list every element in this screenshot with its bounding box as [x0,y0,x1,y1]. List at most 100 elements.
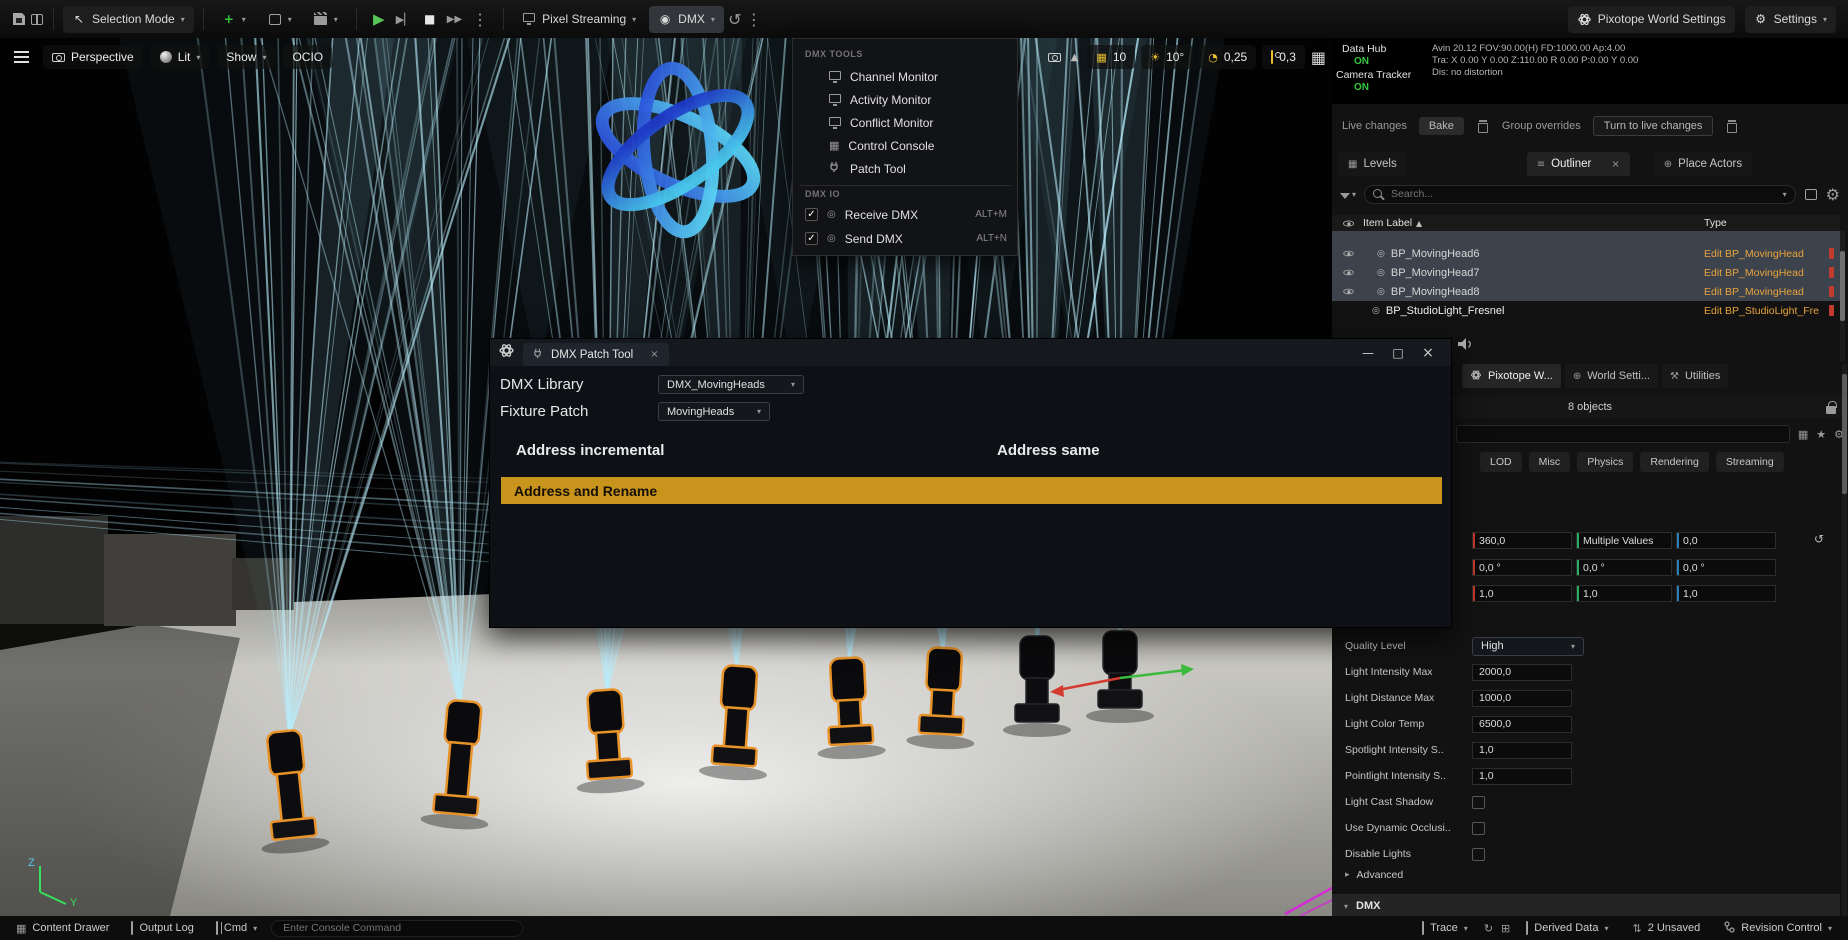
kebab-menu-icon[interactable]: ⋮ [746,10,762,29]
cinematics-button[interactable]: ▾ [305,6,347,33]
turn-to-live-changes-button[interactable]: Turn to live changes [1593,116,1714,136]
trace-button[interactable]: Trace ▾ [1414,918,1476,938]
selection-mode-button[interactable]: ↖ Selection Mode ▾ [63,6,194,33]
bake-button[interactable]: Bake [1419,117,1464,135]
maximize-icon[interactable]: □ [1383,342,1413,364]
skip-next-icon[interactable]: ▶▶ [447,14,462,25]
camera-settings-control[interactable]: 0,3 [1262,45,1305,69]
close-window-icon[interactable]: × [1413,342,1443,364]
grid-view-icon[interactable]: ▦ [1798,428,1808,441]
edit-blueprint-link[interactable]: Edit BP_MovingHead [1704,248,1804,260]
disable-lights-checkbox[interactable] [1472,848,1485,861]
scrollbar[interactable] [1842,364,1847,916]
address-same-button[interactable]: Address same [997,442,1100,459]
column-item-label[interactable]: Item Label [1363,217,1412,229]
landscape-icon[interactable]: ▲ [1067,52,1081,63]
tab-world-settings[interactable]: ⊕ World Setti... [1565,364,1658,388]
group-overrides-button[interactable]: Group overrides [1502,120,1581,132]
menu-item-patch-tool[interactable]: Patch Tool [793,157,1017,180]
location-z-field[interactable]: 0,0 [1676,532,1776,549]
tab-utilities[interactable]: ⚒ Utilities [1662,364,1728,388]
edit-blueprint-link[interactable]: Edit BP_MovingHead [1704,286,1804,298]
scale-z-field[interactable]: 1,0 [1676,585,1776,602]
send-dmx-checkbox[interactable]: ✓ [805,232,818,245]
unsaved-button[interactable]: ⇅ 2 Unsaved [1624,918,1708,938]
table-row[interactable]: ◎ BP_StudioLight_Fresnel Edit BP_StudioL… [1332,301,1840,320]
filter-button[interactable]: ▾ [1340,190,1356,199]
edit-blueprint-link[interactable]: Edit BP_StudioLight_Fre [1704,305,1819,317]
lock-icon[interactable] [1826,406,1836,414]
table-row[interactable]: ◎ BP_MovingHead7 Edit BP_MovingHead [1332,263,1840,282]
favorites-star-icon[interactable]: ★ [1816,428,1826,441]
lit-mode-button[interactable]: Lit ▾ [151,45,210,69]
quality-level-dropdown[interactable]: High▾ [1472,637,1584,656]
trash-icon[interactable] [1476,120,1490,133]
history-icon[interactable]: ↺ [728,10,742,29]
derived-data-button[interactable]: Derived Data ▾ [1518,918,1616,938]
save-icon[interactable] [12,13,26,25]
revision-control-button[interactable]: Revision Control ▾ [1716,918,1840,938]
cmd-button[interactable]: Cmd ▾ [208,918,265,938]
viewport-menu-icon[interactable] [8,50,35,64]
rotation-y-field[interactable]: 0,0 ° [1576,559,1672,576]
console-command-input[interactable] [271,920,523,937]
spotlight-intensity-field[interactable]: 1,0 [1472,742,1572,759]
menu-item-activity-monitor[interactable]: Activity Monitor [793,88,1017,111]
category-physics[interactable]: Physics [1577,452,1633,472]
light-cast-shadow-checkbox[interactable] [1472,796,1485,809]
frame-step-icon[interactable]: ▶▏ [396,13,413,26]
category-misc[interactable]: Misc [1529,452,1571,472]
dmx-section-header[interactable]: ▾ DMX [1332,894,1840,916]
pixel-streaming-button[interactable]: Pixel Streaming ▾ [513,6,645,33]
save-view-icon[interactable] [1804,189,1818,200]
location-y-field[interactable]: Multiple Values [1576,532,1672,549]
stop-icon[interactable]: ■ [423,12,437,26]
visibility-eye-icon[interactable] [1343,267,1353,277]
category-lod[interactable]: LOD [1480,452,1522,472]
patch-tool-tab[interactable]: DMX Patch Tool × [523,343,669,366]
insights-grid-icon[interactable]: ⊞ [1501,922,1510,935]
content-drawer-button[interactable]: ▦ Content Drawer [8,918,117,938]
outliner-search-input[interactable] [1391,188,1777,200]
play-icon[interactable]: ▶ [372,10,386,28]
category-rendering[interactable]: Rendering [1640,452,1708,472]
reset-to-default-icon[interactable]: ↺ [1814,532,1824,549]
light-color-temp-field[interactable]: 6500,0 [1472,716,1572,733]
ocio-button[interactable]: OCIO [283,45,332,69]
fixture-patch-dropdown[interactable]: MovingHeads▾ [658,402,770,421]
table-row-partial[interactable] [1332,231,1840,244]
menu-item-send-dmx[interactable]: ✓ ◎ Send DMX ALT+N [793,227,1017,250]
location-x-field[interactable]: 360,0 [1472,532,1572,549]
window-titlebar[interactable]: DMX Patch Tool × — □ × [490,339,1451,366]
output-log-button[interactable]: Output Log [123,918,201,938]
close-icon[interactable]: × [1611,159,1619,170]
address-incremental-button[interactable]: Address incremental [516,442,664,459]
tab-pixotope-world[interactable]: Pixotope W... [1462,364,1561,388]
dmx-button[interactable]: ◉ DMX ▾ [649,6,724,33]
menu-item-control-console[interactable]: ▦ Control Console [793,134,1017,157]
perspective-button[interactable]: Perspective [43,45,143,69]
category-streaming[interactable]: Streaming [1716,452,1784,472]
receive-dmx-checkbox[interactable]: ✓ [805,208,818,221]
dmx-library-dropdown[interactable]: DMX_MovingHeads▾ [658,375,804,394]
scale-x-field[interactable]: 1,0 [1472,585,1572,602]
camera-speed-control[interactable]: ▦ 10 [1087,45,1135,69]
show-button[interactable]: Show ▾ [217,45,275,69]
close-tab-icon[interactable]: × [650,349,658,360]
scale-y-field[interactable]: 1,0 [1576,585,1672,602]
details-search-input[interactable] [1456,425,1790,443]
kebab-menu-icon[interactable]: ⋮ [472,10,488,29]
menu-item-conflict-monitor[interactable]: Conflict Monitor [793,111,1017,134]
trash-icon[interactable] [1725,120,1739,133]
table-row[interactable]: ◎ BP_MovingHead8 Edit BP_MovingHead [1332,282,1840,301]
live-changes-button[interactable]: Live changes [1342,120,1407,132]
table-row[interactable]: ◎ BP_MovingHead6 Edit BP_MovingHead [1332,244,1840,263]
refresh-icon[interactable]: ↻ [1484,922,1493,935]
rotation-x-field[interactable]: 0,0 ° [1472,559,1572,576]
tab-place-actors[interactable]: ⊕ Place Actors [1654,152,1752,176]
screenshot-camera-icon[interactable] [1047,53,1061,62]
tab-outliner[interactable]: ≡ Outliner × [1527,152,1630,176]
visibility-eye-icon[interactable] [1343,248,1353,258]
pointlight-intensity-field[interactable]: 1,0 [1472,768,1572,785]
use-dynamic-occlusion-checkbox[interactable] [1472,822,1485,835]
